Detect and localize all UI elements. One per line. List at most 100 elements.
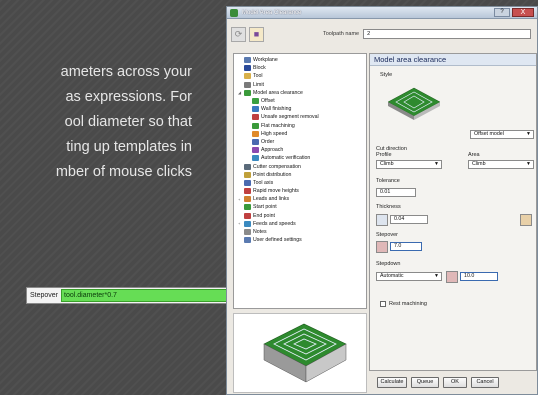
tree-item-icon [252, 155, 259, 162]
tree-item[interactable]: Tool [234, 72, 366, 80]
stepdown-mode-value: Automatic [380, 273, 404, 279]
tree-item-label: Notes [253, 229, 267, 236]
tree-item[interactable]: Approach [234, 146, 366, 154]
library-book-icon[interactable]: ■ [249, 26, 264, 42]
tree-item[interactable]: Workplane [234, 56, 366, 64]
article-line: as expressions. For [65, 89, 192, 105]
thickness-input[interactable]: 0.04 [390, 215, 428, 224]
stepdown-label: Stepdown [376, 261, 401, 267]
article-line: mber of mouse clicks [55, 164, 192, 180]
dialog-toolbar: ⟳ ■ Toolpath name 2 [227, 19, 537, 49]
toolpath-name-label: Toolpath name [323, 31, 360, 37]
model-area-clearance-dialog: Model Area Clearance ? X ⟳ ■ Toolpath na… [226, 6, 538, 395]
tree-item[interactable]: Automatic verification [234, 154, 366, 162]
stepdown-mode-select[interactable]: Automatic ▼ [376, 272, 442, 281]
tree-item[interactable]: ◢ Model area clearance [234, 89, 366, 97]
panel-title: Model area clearance [370, 54, 536, 66]
expand-toggle-icon[interactable]: ◢ [238, 90, 243, 95]
expand-toggle-icon[interactable]: + [238, 197, 243, 202]
profile-select[interactable]: Climb ▼ [376, 160, 442, 169]
expand-toggle-icon[interactable]: + [238, 221, 243, 226]
tree-item-icon [244, 65, 251, 72]
tree-item-label: Tool axis [253, 179, 274, 186]
tree-item-label: Approach [261, 147, 284, 154]
refresh-icon[interactable]: ⟳ [231, 26, 246, 42]
chevron-down-icon: ▼ [434, 273, 439, 279]
tree-item-icon [252, 114, 259, 121]
cancel-button[interactable]: Cancel [471, 377, 499, 388]
tree-item-label: Model area clearance [253, 89, 303, 96]
calculate-button[interactable]: Calculate [377, 377, 407, 388]
tree-item-icon [244, 196, 251, 203]
tree-item[interactable]: Wall finishing [234, 105, 366, 113]
toolpath-name-input[interactable]: 2 [363, 29, 532, 39]
article-line: ool diameter so that [64, 114, 192, 130]
stepover-lock-icon[interactable] [376, 241, 388, 253]
tree-item-icon [252, 147, 259, 154]
tree-item-label: Limit [253, 81, 264, 88]
tree-item-label: High speed [261, 130, 288, 137]
tree-item[interactable]: Start point [234, 203, 366, 211]
tree-item-icon [244, 81, 251, 88]
tree-item[interactable]: Block [234, 64, 366, 72]
tolerance-label: Tolerance [376, 178, 400, 184]
ok-button[interactable]: OK [443, 377, 467, 388]
profile-label: Profile [376, 152, 392, 158]
tree-item[interactable]: + Leads and links [234, 195, 366, 203]
tree-item[interactable]: + Feeds and speeds [234, 220, 366, 228]
article-line: ameters across your [60, 64, 192, 80]
tree-item[interactable]: Point distribution [234, 171, 366, 179]
stepdown-input[interactable]: 10.0 [460, 272, 498, 281]
help-button[interactable]: ? [494, 8, 510, 17]
tree-item[interactable]: Cutter compensation [234, 162, 366, 170]
tree-item[interactable]: High speed [234, 130, 366, 138]
tree-item[interactable]: Flat machining [234, 122, 366, 130]
tree-item[interactable]: Tool axis [234, 179, 366, 187]
component-thickness-icon[interactable] [520, 214, 532, 226]
close-button[interactable]: X [512, 8, 534, 17]
tree-item[interactable]: User defined settings [234, 236, 366, 244]
tree-item[interactable]: Offset [234, 97, 366, 105]
tree-item-icon [252, 138, 259, 145]
tree-item-icon [252, 122, 259, 129]
dialog-titlebar[interactable]: Model Area Clearance ? X [227, 7, 537, 19]
stepover-label: Stepover [376, 232, 399, 238]
style-label: Style [380, 72, 393, 78]
article-line: ting up templates in [66, 139, 192, 155]
stepdown-lock-icon[interactable] [446, 271, 458, 283]
tree-item[interactable]: End point [234, 212, 366, 220]
tree-item[interactable]: Unsafe segment removal [234, 113, 366, 121]
stepover-input[interactable]: 7.0 [390, 242, 422, 251]
queue-button[interactable]: Queue [411, 377, 439, 388]
style-select[interactable]: Offset model ▼ [470, 130, 534, 139]
tree-item-label: Unsafe segment removal [261, 114, 319, 121]
thickness-icon[interactable] [376, 214, 388, 226]
tree-item-label: Wall finishing [261, 106, 292, 113]
tree-item-icon [252, 98, 259, 105]
tree-item[interactable]: Order [234, 138, 366, 146]
app-icon [230, 8, 238, 17]
rest-machining-checkbox[interactable] [380, 301, 386, 307]
tree-item-label: User defined settings [253, 237, 302, 244]
area-select[interactable]: Climb ▼ [468, 160, 534, 169]
style-thumbnail-icon [387, 87, 441, 120]
tree-item-label: Automatic verification [261, 155, 311, 162]
tree-item-label: Start point [253, 204, 277, 211]
tree-item-icon [244, 179, 251, 186]
tree-item-icon [244, 237, 251, 244]
rest-machining-label: Rest machining [389, 301, 427, 307]
tolerance-input[interactable]: 0.01 [376, 188, 416, 197]
dialog-button-row: Calculate Queue OK Cancel [369, 377, 537, 388]
tree-item[interactable]: Notes [234, 228, 366, 236]
dialog-title: Model Area Clearance [242, 9, 302, 16]
tree-item-label: Point distribution [253, 171, 292, 178]
tree-item-icon [244, 204, 251, 211]
tree-item-label: Leads and links [253, 196, 290, 203]
tree-item-icon [252, 106, 259, 113]
tree-item-icon [244, 89, 251, 96]
tree-item-icon [244, 220, 251, 227]
stepover-expression-label: Stepover [30, 292, 59, 299]
tree-item[interactable]: Rapid move heights [234, 187, 366, 195]
profile-select-value: Climb [380, 161, 394, 167]
tree-item[interactable]: Limit [234, 81, 366, 89]
